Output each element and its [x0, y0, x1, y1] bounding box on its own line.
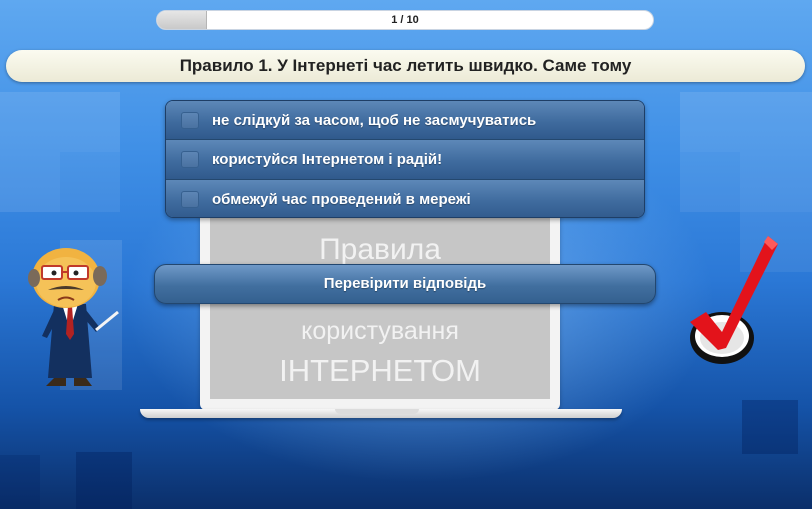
bg-tile — [740, 152, 812, 212]
monitor-text-line1: Правила — [319, 233, 441, 266]
teacher-character — [28, 248, 119, 386]
bg-tile — [76, 452, 132, 509]
bg-tile — [680, 152, 740, 212]
progress-counter: 1 / 10 — [391, 14, 419, 26]
answer-checkbox[interactable] — [181, 190, 199, 208]
monitor-text-line2: користування — [301, 317, 459, 345]
answer-option-label: користуйся Інтернетом і радій! — [212, 151, 443, 169]
bg-tile — [680, 92, 740, 152]
answer-option[interactable]: користуйся Інтернетом і радій! — [166, 140, 644, 180]
question-banner: Правило 1. У Інтернеті час летить швидко… — [6, 50, 805, 82]
check-answer-button[interactable]: Перевірити відповідь — [154, 264, 656, 304]
bg-tile — [0, 152, 60, 212]
bg-tile — [0, 92, 60, 152]
bg-tile — [60, 92, 120, 152]
answer-option-label: обмежуй час проведений в мережі — [212, 190, 471, 208]
answer-checkbox[interactable] — [181, 151, 199, 169]
answer-option[interactable]: обмежуй час проведений в мережі — [166, 179, 644, 217]
bg-tile — [740, 92, 812, 152]
monitor-text-line3: ІНТЕРНЕТОМ — [279, 353, 481, 388]
answer-option-label: не слідкуй за часом, щоб не засмучуватис… — [212, 112, 537, 129]
answer-option[interactable]: не слідкуй за часом, щоб не засмучуватис… — [166, 101, 644, 141]
monitor-illustration: Правила користування ІНТЕРНЕТОМ — [200, 205, 560, 410]
answer-checkbox[interactable] — [181, 112, 199, 129]
answer-options: не слідкуй за часом, щоб не засмучуватис… — [165, 100, 645, 218]
bg-tile — [0, 455, 40, 509]
red-checkmark-icon — [690, 236, 778, 364]
monitor-notch — [335, 409, 419, 414]
bg-tile — [60, 152, 120, 212]
progress-bar: 1 / 10 — [156, 10, 654, 30]
bg-tile — [742, 400, 798, 454]
